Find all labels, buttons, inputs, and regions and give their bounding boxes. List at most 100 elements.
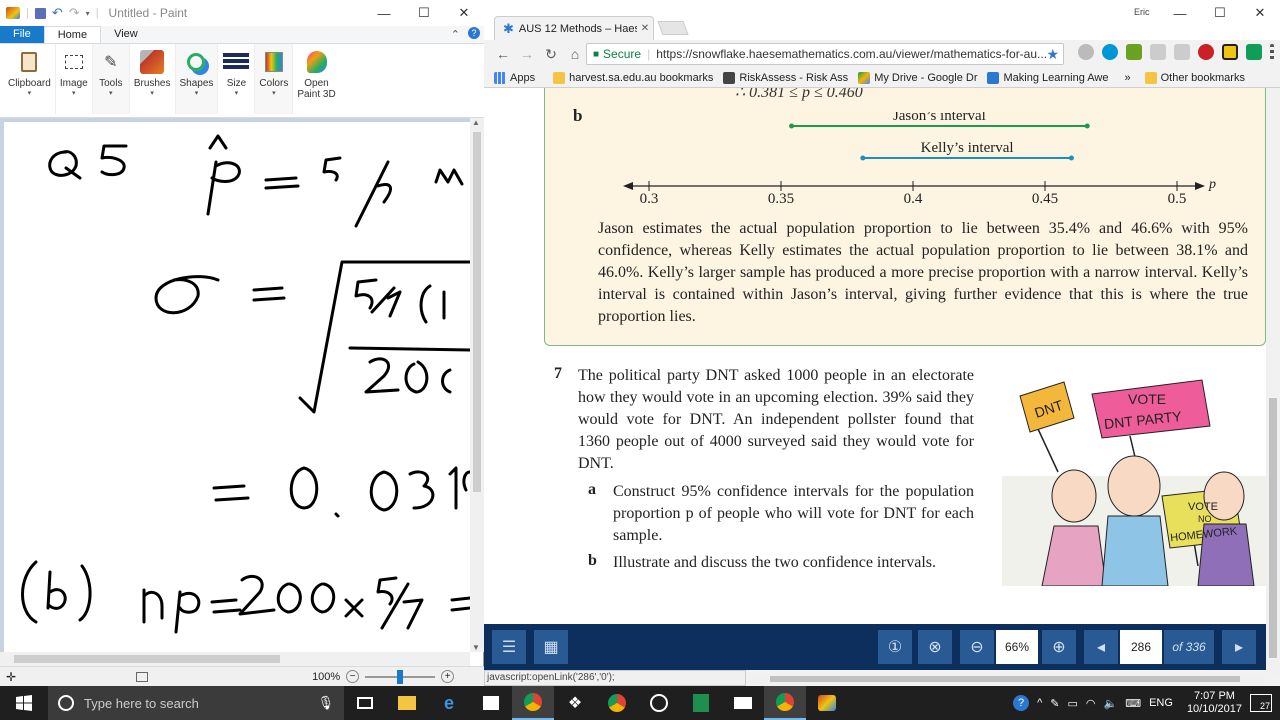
clock[interactable]: 7:07 PM 10/10/2017 <box>1187 690 1242 716</box>
paint-canvas[interactable] <box>4 122 470 652</box>
browser-tab[interactable]: ✱ AUS 12 Methods – Haese ✕ <box>494 16 654 40</box>
colors-group[interactable]: Colors ▾ <box>255 44 294 114</box>
bookmark-google-drive[interactable]: My Drive - Google Dr <box>858 71 977 84</box>
cast-extension-icon[interactable] <box>1246 44 1262 60</box>
interval-endpoint <box>1084 123 1090 129</box>
calculator-button[interactable]: ▦ <box>534 630 568 664</box>
cortana-icon <box>58 695 74 711</box>
microphone-icon[interactable]: 🎙 <box>317 695 334 711</box>
store-icon[interactable] <box>470 686 512 720</box>
obs-icon[interactable] <box>638 686 680 720</box>
bookmark-making-learning[interactable]: Making Learning Awe <box>987 71 1108 84</box>
zoom-slider[interactable] <box>365 669 436 684</box>
taskbar-search[interactable]: Type here to search 🎙 <box>48 686 344 720</box>
pen-icon[interactable]: ✎ <box>1050 697 1059 710</box>
help-tray-icon[interactable]: ? <box>1013 695 1030 711</box>
chrome-taskbar-icon[interactable] <box>512 686 554 720</box>
more-bookmarks-button[interactable]: » <box>1124 72 1130 84</box>
prev-page-button[interactable]: ◂ <box>1084 630 1118 664</box>
redo-icon[interactable]: ↷ <box>69 5 80 21</box>
paint-titlebar: | ↶ ↷ ▾ | Untitled - Paint — ☐ ✕ <box>0 0 484 26</box>
language-indicator[interactable]: ENG <box>1149 697 1173 709</box>
size-group[interactable]: Size ▾ <box>218 44 256 114</box>
page-number-field[interactable]: 286 <box>1120 630 1162 664</box>
dropbox-icon[interactable]: ❖ <box>554 686 596 720</box>
forward-button[interactable]: → <box>516 43 538 65</box>
viewer-vertical-scrollbar[interactable] <box>1266 88 1280 674</box>
ebook-viewer[interactable]: ∴ 0.381 ≤ p ≤ 0.460 b p 0.3 0.35 0.4 0.45 0.5… <box>484 88 1266 624</box>
next-page-button[interactable]: ▸ <box>1222 630 1256 664</box>
tab-file[interactable]: File <box>0 26 44 43</box>
undo-icon[interactable]: ↶ <box>52 5 63 21</box>
contents-menu-button[interactable]: ☰ <box>492 630 526 664</box>
chrome-menu-icon[interactable] <box>1270 44 1274 60</box>
action-center-icon[interactable]: 27 <box>1250 694 1272 712</box>
zoom-in-viewer-button[interactable]: ⊕ <box>1042 630 1076 664</box>
chrome-minimize-button[interactable]: — <box>1160 0 1200 26</box>
customize-quick-access-icon[interactable]: ▾ <box>86 9 90 18</box>
image-group[interactable]: Image ▾ <box>56 44 93 114</box>
bookmark-star-icon[interactable]: ★ <box>1046 46 1059 63</box>
help-icon[interactable]: ? <box>464 26 484 43</box>
paint-app-icon[interactable] <box>6 7 20 19</box>
wifi-icon[interactable]: ◠ <box>1086 697 1096 710</box>
bookmark-apps[interactable]: Apps <box>494 71 535 84</box>
close-button[interactable]: ✕ <box>444 0 484 26</box>
paint-taskbar-icon[interactable] <box>806 686 848 720</box>
hp-extension-icon[interactable] <box>1102 44 1118 60</box>
tab-view[interactable]: View <box>101 26 151 43</box>
green-app-icon[interactable] <box>680 686 722 720</box>
open-paint3d-button[interactable]: Open Paint 3D <box>293 44 339 114</box>
paint-vertical-scrollbar[interactable]: ▲ ▼ <box>470 118 484 652</box>
cloud-extension-icon[interactable] <box>1078 44 1094 60</box>
other-bookmarks[interactable]: Other bookmarks <box>1144 71 1245 84</box>
chrome-taskbar-icon-3[interactable] <box>764 686 806 720</box>
google-drive-icon <box>858 71 871 84</box>
save-icon[interactable] <box>34 7 46 19</box>
maximize-button[interactable]: ☐ <box>404 0 444 26</box>
tools-group[interactable]: ✎ Tools ▾ <box>92 44 130 114</box>
grey-extension-icon-2[interactable] <box>1174 44 1190 60</box>
zoom-slider-thumb[interactable] <box>397 669 404 684</box>
volume-icon[interactable]: 🔈 <box>1104 697 1118 710</box>
zoom-in-button[interactable]: + <box>441 670 455 683</box>
show-hidden-icons[interactable]: ^ <box>1037 697 1042 709</box>
address-bar[interactable]: ■ Secure | https://snowflake.haesemathem… <box>586 43 1064 65</box>
mail-icon[interactable] <box>722 686 764 720</box>
profile-name[interactable]: Eric <box>1134 7 1150 17</box>
reload-button[interactable]: ↻ <box>540 43 562 65</box>
fit-page-button[interactable]: ① <box>878 630 912 664</box>
check-extension-icon[interactable] <box>1222 44 1238 60</box>
edge-icon[interactable]: e <box>428 686 470 720</box>
start-button[interactable] <box>0 686 48 720</box>
file-explorer-icon[interactable] <box>386 686 428 720</box>
chrome-close-button[interactable]: ✕ <box>1240 0 1280 26</box>
new-tab-button[interactable] <box>657 21 689 35</box>
zoom-out-button[interactable]: − <box>346 670 360 683</box>
viewer-horizontal-scrollbar[interactable] <box>746 674 1266 684</box>
chrome-maximize-button[interactable]: ☐ <box>1200 0 1240 26</box>
battery-icon[interactable]: ▭ <box>1067 697 1077 710</box>
minimize-button[interactable]: — <box>364 0 404 26</box>
interval-label: Jason’s interval <box>893 112 986 124</box>
ribbon-collapse-icon[interactable]: ⌃ <box>447 26 464 43</box>
green-extension-icon[interactable] <box>1126 44 1142 60</box>
home-button[interactable]: ⌂ <box>564 43 586 65</box>
keyboard-icon[interactable]: ⌨ <box>1125 697 1141 710</box>
zoom-out-viewer-button[interactable]: ⊖ <box>960 630 994 664</box>
bookmark-harvest[interactable]: harvest.sa.edu.au bookmarks <box>553 71 713 84</box>
pinterest-extension-icon[interactable] <box>1198 44 1214 60</box>
clipboard-group[interactable]: Clipboard ▾ <box>4 44 56 114</box>
brushes-group[interactable]: Brushes ▾ <box>130 44 176 114</box>
chrome-taskbar-icon-2[interactable] <box>596 686 638 720</box>
viewer-zoom-field[interactable]: 66% <box>996 630 1038 664</box>
tab-close-icon[interactable]: ✕ <box>637 23 653 34</box>
task-view-icon[interactable] <box>344 686 386 720</box>
bookmark-riskassess[interactable]: RiskAssess - Risk Ass <box>723 71 848 84</box>
grey-extension-icon[interactable] <box>1150 44 1166 60</box>
paint-horizontal-scrollbar[interactable] <box>0 652 470 666</box>
back-button[interactable]: ← <box>492 43 514 65</box>
tab-home[interactable]: Home <box>43 26 102 43</box>
fit-width-button[interactable]: ⊗ <box>918 630 952 664</box>
shapes-group[interactable]: Shapes ▾ <box>175 44 219 114</box>
